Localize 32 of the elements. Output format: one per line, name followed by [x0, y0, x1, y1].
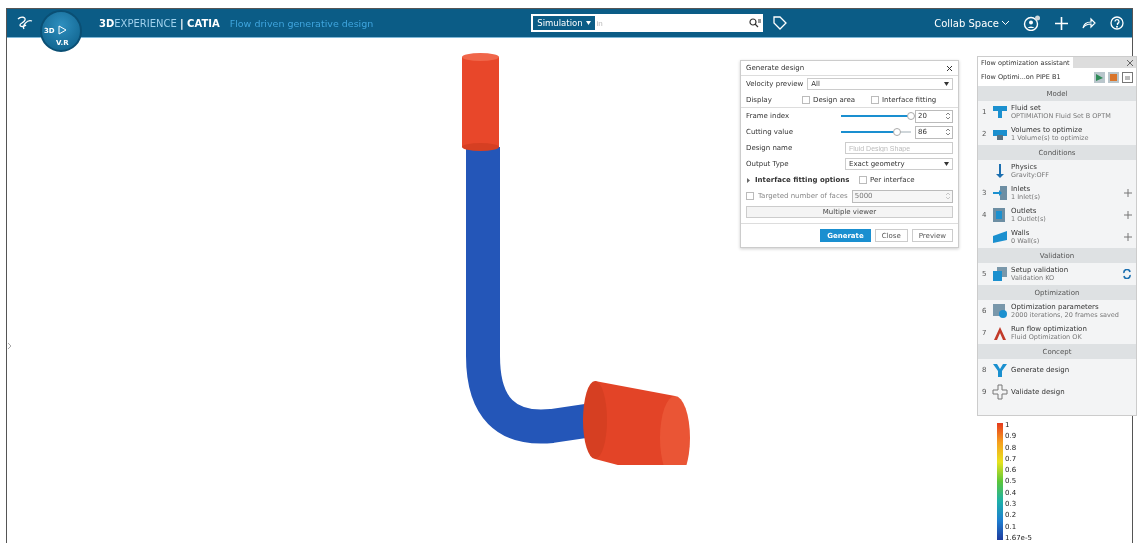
checkbox[interactable]: [746, 192, 754, 200]
play-icon[interactable]: [57, 25, 67, 35]
inlet-icon: [992, 185, 1008, 201]
caret-icon[interactable]: [944, 82, 949, 86]
share-icon[interactable]: [1082, 17, 1096, 29]
caret-icon[interactable]: [585, 21, 591, 25]
collab-space-menu[interactable]: Collab Space: [934, 17, 1009, 29]
toolbar-icon[interactable]: [1108, 71, 1119, 83]
app-title: Flow driven generative design: [229, 17, 374, 29]
pipe-tee-icon: [992, 105, 1008, 119]
validate-icon: [992, 384, 1008, 400]
logo-icon: [15, 16, 33, 30]
help-icon[interactable]: [1110, 16, 1124, 30]
pipe-volume-icon: [992, 127, 1008, 141]
slider-thumb[interactable]: [893, 128, 901, 136]
expand-icon[interactable]: [746, 177, 751, 183]
checkbox[interactable]: [859, 176, 867, 184]
checkbox[interactable]: [802, 95, 810, 104]
stepper-icon[interactable]: [946, 128, 950, 136]
list-icon[interactable]: [1122, 71, 1133, 83]
stepper-icon[interactable]: [946, 112, 950, 120]
checkbox[interactable]: [871, 95, 879, 104]
close-icon[interactable]: [946, 64, 953, 72]
tag-icon[interactable]: [773, 16, 788, 30]
caret-icon[interactable]: [944, 162, 949, 166]
user-icon[interactable]: [1023, 15, 1041, 31]
toolbar-icon[interactable]: [1094, 71, 1105, 83]
brand-title: 3DEXPERIENCE | CATIA: [99, 17, 220, 29]
search-icon[interactable]: [749, 18, 762, 28]
scope-dropdown[interactable]: Simulation: [533, 16, 595, 30]
chevron-down-icon[interactable]: [1002, 21, 1009, 25]
refresh-icon[interactable]: [1122, 269, 1132, 279]
